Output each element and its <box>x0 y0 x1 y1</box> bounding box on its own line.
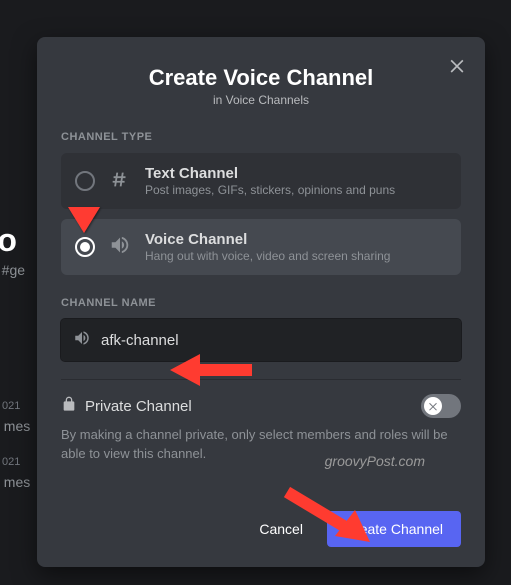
cancel-button[interactable]: Cancel <box>241 511 321 547</box>
modal-title: Create Voice Channel <box>61 65 461 91</box>
watermark: groovyPost.com <box>325 453 425 469</box>
private-toggle[interactable] <box>421 394 461 418</box>
option-desc: Hang out with voice, video and screen sh… <box>145 249 447 263</box>
option-desc: Post images, GIFs, stickers, opinions an… <box>145 183 447 197</box>
private-title: Private Channel <box>85 398 192 415</box>
background-msg: t mes <box>0 418 30 434</box>
close-icon[interactable] <box>447 55 467 80</box>
create-channel-modal: Create Voice Channel in Voice Channels C… <box>37 37 485 567</box>
modal-footer: Cancel Create Channel <box>61 493 461 547</box>
speaker-icon <box>109 234 131 261</box>
channel-type-label: Channel Type <box>61 131 461 143</box>
private-channel-row: Private Channel <box>61 394 461 418</box>
channel-type-voice-option[interactable]: Voice Channel Hang out with voice, video… <box>61 219 461 275</box>
speaker-icon <box>73 329 91 352</box>
option-body: Text Channel Post images, GIFs, stickers… <box>145 165 447 197</box>
background-date: 021 <box>2 400 20 412</box>
background-date: 021 <box>2 456 20 468</box>
radio-unselected <box>75 171 95 191</box>
background-msg: t mes <box>0 474 30 490</box>
option-title: Text Channel <box>145 165 447 182</box>
create-channel-button[interactable]: Create Channel <box>327 511 461 547</box>
option-title: Voice Channel <box>145 231 447 248</box>
modal-subtitle: in Voice Channels <box>61 93 461 107</box>
private-channel-label: Private Channel <box>61 396 192 416</box>
background-heading: e to <box>0 222 17 259</box>
toggle-knob <box>424 397 442 415</box>
channel-type-text-option[interactable]: Text Channel Post images, GIFs, stickers… <box>61 153 461 209</box>
background-subtext: e #ge <box>0 262 25 278</box>
option-body: Voice Channel Hang out with voice, video… <box>145 231 447 263</box>
channel-name-label: Channel Name <box>61 297 461 309</box>
divider <box>61 379 461 380</box>
channel-name-value: afk-channel <box>101 332 449 349</box>
channel-name-input[interactable]: afk-channel <box>61 319 461 361</box>
lock-icon <box>61 396 77 416</box>
hash-icon <box>109 168 131 195</box>
radio-selected <box>75 237 95 257</box>
